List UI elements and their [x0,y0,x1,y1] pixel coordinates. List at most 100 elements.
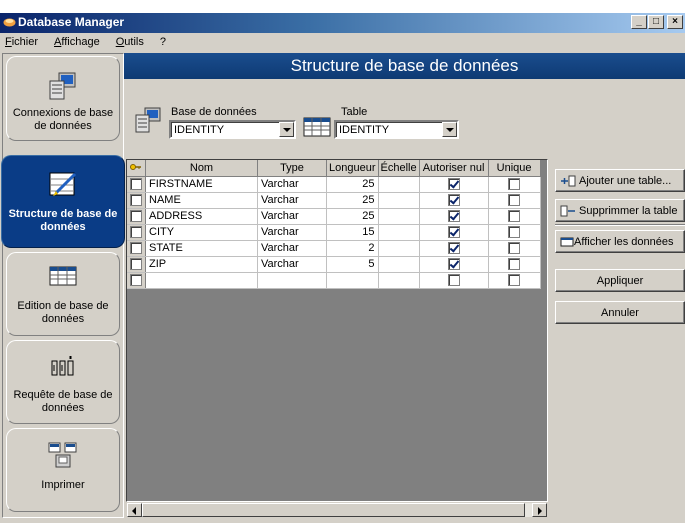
cell-nullable[interactable] [419,176,489,193]
cell-name[interactable]: ZIP [145,256,258,273]
cell-type[interactable]: Varchar [257,192,327,209]
cell-nullable[interactable] [419,256,489,273]
show-data-button[interactable]: Afficher les données [555,230,685,253]
cell-unique[interactable] [488,224,541,241]
row-select-checkbox[interactable] [130,194,142,207]
column-header-nullable[interactable]: Autoriser nul [419,160,489,177]
cell-unique[interactable] [488,192,541,209]
cell-length[interactable]: 5 [326,256,379,273]
table-row[interactable]: ZIP Varchar 5 [127,256,541,273]
cell-type[interactable]: Varchar [257,208,327,225]
sidebar-item-query[interactable]: Requête de base de données [6,340,120,424]
table-row[interactable]: CITY Varchar 15 [127,224,541,241]
sidebar-item-structure[interactable]: Structure de base de données [1,155,125,248]
row-select-checkbox[interactable] [130,274,142,287]
cell-scale[interactable] [378,224,420,241]
table-row[interactable]: STATE Varchar 2 [127,240,541,257]
nullable-checkbox[interactable] [447,242,460,255]
cell-name[interactable]: FIRSTNAME [145,176,258,193]
sidebar-item-print[interactable]: Imprimer [6,428,120,512]
menu-help[interactable]: ? [152,36,174,48]
delete-table-button[interactable]: Supprimmer la table [555,199,685,222]
row-selector[interactable] [127,176,146,193]
nullable-checkbox[interactable] [447,226,460,239]
cell-scale[interactable] [378,240,420,257]
row-selector[interactable] [127,256,146,273]
scroll-left-button[interactable] [127,503,142,517]
unique-checkbox[interactable] [508,274,521,287]
unique-checkbox[interactable] [508,258,521,271]
add-table-button[interactable]: Ajouter une table... [555,169,685,192]
unique-checkbox[interactable] [508,178,521,191]
cell-name[interactable]: STATE [145,240,258,257]
cell-nullable[interactable] [419,272,489,289]
cell-length[interactable]: 25 [326,208,379,225]
cell-scale[interactable] [378,176,420,193]
cell-scale[interactable] [378,192,420,209]
column-header-unique[interactable]: Unique [488,160,541,177]
nullable-checkbox[interactable] [447,274,460,287]
row-select-checkbox[interactable] [130,242,142,255]
cell-length[interactable]: 25 [326,176,379,193]
scroll-thumb[interactable] [142,503,525,517]
sidebar-item-edition[interactable]: Edition de base de données [6,252,120,336]
unique-checkbox[interactable] [508,210,521,223]
unique-checkbox[interactable] [508,226,521,239]
chevron-down-icon[interactable] [442,122,457,137]
row-selector[interactable] [127,192,146,209]
structure-grid[interactable]: Nom Type Longueur Échelle Autoriser nul … [126,159,548,502]
nullable-checkbox[interactable] [447,178,460,191]
maximize-button[interactable]: □ [648,15,664,29]
apply-button[interactable]: Appliquer [555,269,685,292]
cell-unique[interactable] [488,256,541,273]
row-selector[interactable] [127,272,146,289]
sidebar-item-connections[interactable]: Connexions de base de données [6,56,120,141]
cell-length[interactable]: 25 [326,192,379,209]
column-header-name[interactable]: Nom [145,160,258,177]
unique-checkbox[interactable] [508,242,521,255]
cell-length[interactable] [326,272,379,289]
cell-name[interactable]: NAME [145,192,258,209]
cell-type[interactable]: Varchar [257,240,327,257]
cell-type[interactable] [257,272,327,289]
cell-name[interactable] [145,272,258,289]
cell-nullable[interactable] [419,192,489,209]
nullable-checkbox[interactable] [447,194,460,207]
row-select-checkbox[interactable] [130,210,142,223]
cell-unique[interactable] [488,208,541,225]
row-selector[interactable] [127,224,146,241]
chevron-down-icon[interactable] [279,122,294,137]
scroll-right-button[interactable] [532,503,547,517]
column-header-scale[interactable]: Échelle [378,160,420,177]
table-select[interactable]: IDENTITY [334,120,459,139]
menu-fichier[interactable]: Fichier [0,36,46,48]
cell-name[interactable]: ADDRESS [145,208,258,225]
cell-type[interactable]: Varchar [257,224,327,241]
cell-name[interactable]: CITY [145,224,258,241]
column-header-type[interactable]: Type [257,160,327,177]
row-selector[interactable] [127,240,146,257]
title-bar[interactable]: Database Manager _ □ × [0,13,685,33]
cell-unique[interactable] [488,272,541,289]
unique-checkbox[interactable] [508,194,521,207]
cell-type[interactable]: Varchar [257,256,327,273]
table-row[interactable]: NAME Varchar 25 [127,192,541,209]
row-select-checkbox[interactable] [130,258,142,271]
database-select[interactable]: IDENTITY [169,120,296,139]
column-header-length[interactable]: Longueur [326,160,379,177]
cell-nullable[interactable] [419,208,489,225]
cell-nullable[interactable] [419,240,489,257]
cell-unique[interactable] [488,176,541,193]
cell-scale[interactable] [378,272,420,289]
menu-outils[interactable]: Outils [108,36,152,48]
cell-unique[interactable] [488,240,541,257]
nullable-checkbox[interactable] [447,258,460,271]
nullable-checkbox[interactable] [447,210,460,223]
horizontal-scrollbar[interactable] [126,502,548,518]
cell-nullable[interactable] [419,224,489,241]
row-select-checkbox[interactable] [130,226,142,239]
menu-affichage[interactable]: Affichage [46,36,108,48]
minimize-button[interactable]: _ [631,15,647,29]
table-row[interactable]: ADDRESS Varchar 25 [127,208,541,225]
cell-type[interactable]: Varchar [257,176,327,193]
